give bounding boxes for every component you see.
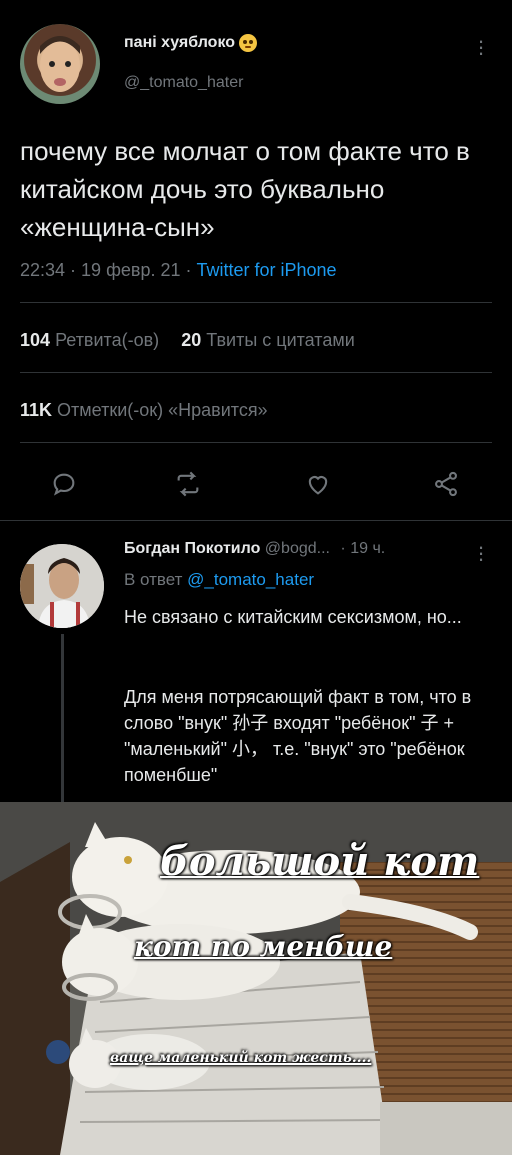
divider (20, 372, 492, 373)
reply-text-2: Для меня потрясающий факт в том, что в с… (124, 687, 472, 785)
tweet-text: почему все молчат о том факте что в кита… (20, 136, 470, 242)
divider (20, 302, 492, 303)
more-icon[interactable]: · · · (476, 536, 486, 570)
reply-icon (53, 473, 75, 496)
like-stats: 11K Отметки(-ок) «Нравится» (20, 400, 268, 421)
divider (20, 442, 492, 443)
reply-button[interactable] (50, 470, 78, 503)
author-name-row: пані хуяблоко (124, 34, 258, 52)
share-icon (435, 471, 457, 497)
retweet-icon (177, 471, 199, 497)
quotes-count[interactable]: 20 (181, 330, 201, 350)
reply-text-1: Не связано с китайским сексизмом, но... (124, 607, 462, 627)
retweet-button[interactable] (174, 470, 202, 503)
reply-to-handle[interactable]: @_tomato_hater (187, 570, 314, 589)
author-handle[interactable]: @_tomato_hater (124, 74, 243, 92)
section-divider (0, 520, 512, 521)
reply-author-avatar[interactable] (20, 544, 104, 628)
reply-author-name[interactable]: Богдан Покотило (124, 540, 260, 557)
meme-image[interactable]: большой кот кот по менбше ваще маленький… (0, 802, 512, 1155)
reply-author-handle[interactable]: @bogd... (265, 540, 330, 557)
thread-line (61, 634, 64, 804)
quotes-label[interactable]: Твиты с цитатами (206, 330, 355, 350)
author-display-name[interactable]: пані хуяблоко (124, 34, 235, 52)
author-avatar[interactable] (20, 24, 100, 104)
heart-icon (308, 476, 328, 495)
share-button[interactable] (432, 470, 460, 503)
meme-caption-small: ваще маленький кот жесть.... (110, 1050, 372, 1066)
reply-to-prefix: В ответ (124, 570, 188, 589)
retweets-label[interactable]: Ретвита(-ов) (55, 330, 159, 350)
like-button[interactable] (304, 470, 332, 503)
reply-to-line: В ответ @_tomato_hater (124, 570, 314, 590)
retweets-count[interactable]: 104 (20, 330, 50, 350)
pleading-face-icon (239, 34, 258, 52)
tweet-source[interactable]: Twitter for iPhone (196, 260, 336, 280)
retweet-stats: 104 Ретвита(-ов) 20 Твиты с цитатами (20, 330, 355, 351)
likes-count[interactable]: 11K (20, 400, 52, 420)
more-icon[interactable]: · · · (476, 30, 486, 64)
meme-caption-medium: кот по менбше (134, 930, 393, 963)
tweet-meta: 22:34 · 19 февр. 21 · Twitter for iPhone (20, 260, 337, 281)
likes-label[interactable]: Отметки(-ок) «Нравится» (57, 400, 268, 420)
meme-caption-big: большой кот (160, 838, 480, 885)
reply-time[interactable]: · 19 ч. (340, 540, 385, 557)
tweet-time: 22:34 · 19 февр. 21 · (20, 260, 197, 280)
reply-header: Богдан Покотило @bogd... · 19 ч. (124, 540, 385, 558)
